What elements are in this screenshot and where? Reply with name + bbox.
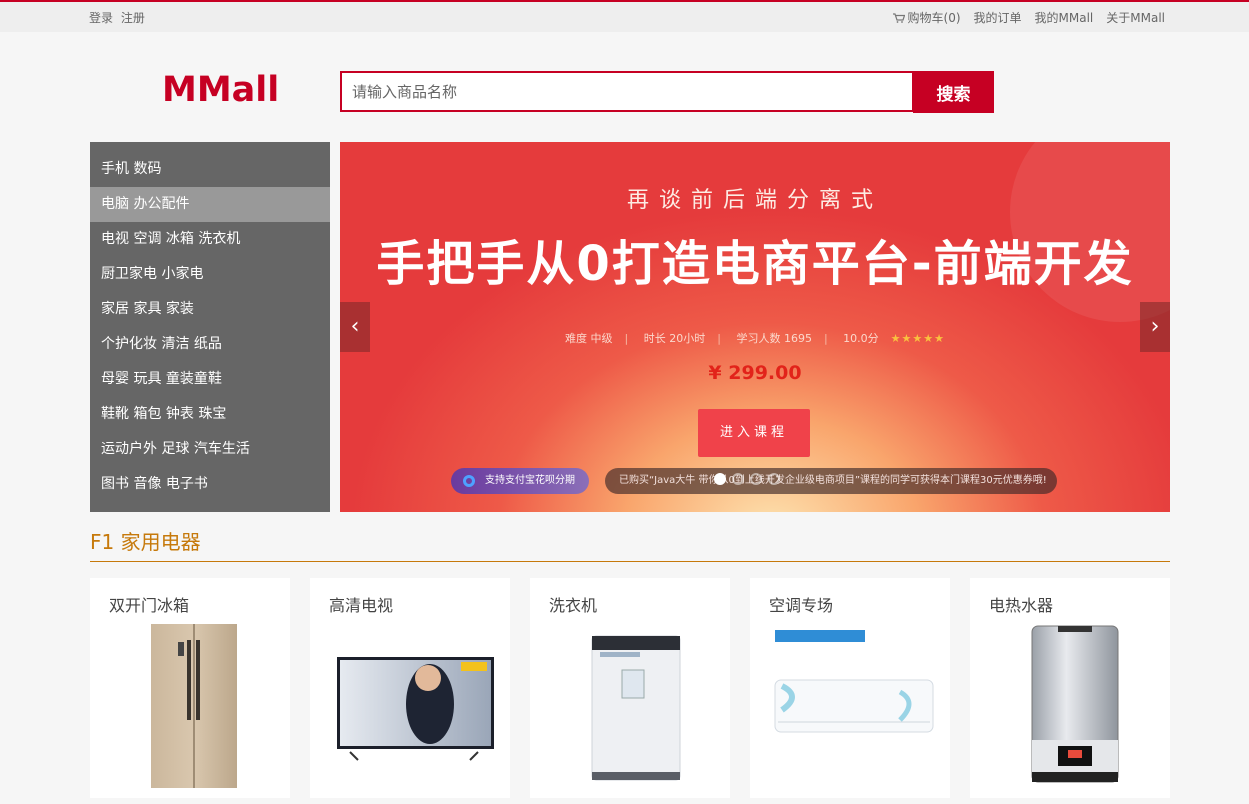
- product-card[interactable]: 空调专场: [750, 578, 950, 798]
- alipay-badge: 支持支付宝花呗分期: [451, 468, 589, 494]
- category-nav: 手机 数码 电脑 办公配件 电视 空调 冰箱 洗衣机 厨卫家电 小家电 家居 家…: [90, 142, 330, 512]
- category-item[interactable]: 家居 家具 家装: [90, 292, 330, 327]
- carousel-dot[interactable]: [732, 473, 744, 485]
- carousel-dots: [714, 473, 780, 485]
- alipay-text: 支持支付宝花呗分期: [485, 475, 575, 486]
- water-heater-image: [1031, 625, 1119, 783]
- product-card[interactable]: 洗衣机: [530, 578, 730, 798]
- banner-title: 手把手从0打造电商平台-前端开发: [376, 236, 1134, 292]
- chevron-left-icon[interactable]: ‹: [340, 302, 370, 352]
- banner-carousel[interactable]: 再谈前后端分离式 手把手从0打造电商平台-前端开发 难度 中级 | 时长 20小时…: [340, 142, 1170, 512]
- course-learners: 学习人数 1695: [736, 332, 812, 345]
- course-price: ¥ 299.00: [708, 362, 802, 384]
- category-item[interactable]: 母婴 玩具 童装童鞋: [90, 362, 330, 397]
- meta-divider: |: [823, 332, 828, 345]
- rating-stars-icon: ★★★★★: [890, 332, 945, 345]
- huabei-icon: [463, 475, 475, 487]
- cart-icon: [892, 12, 905, 23]
- carousel-dot[interactable]: [750, 473, 762, 485]
- category-item[interactable]: 电视 空调 冰箱 洗衣机: [90, 222, 330, 257]
- category-item[interactable]: 电脑 办公配件: [90, 187, 330, 222]
- user-links: 购物车(0) 我的订单 我的MMall 关于MMall: [892, 9, 1165, 26]
- product-name: 电热水器: [989, 596, 1054, 615]
- orders-link[interactable]: 我的订单: [974, 9, 1022, 26]
- search-button[interactable]: 搜索: [913, 71, 994, 113]
- product-card[interactable]: 电热水器: [970, 578, 1170, 798]
- carousel-dot[interactable]: [768, 473, 780, 485]
- category-item[interactable]: 运动户外 足球 汽车生活: [90, 432, 330, 467]
- product-card[interactable]: 高清电视: [310, 578, 510, 798]
- course-difficulty: 难度 中级: [565, 332, 613, 345]
- air-conditioner-image: [774, 630, 934, 733]
- meta-divider: |: [717, 332, 721, 345]
- login-link[interactable]: 登录: [89, 11, 113, 25]
- enter-course-button[interactable]: 进入课程: [698, 409, 810, 457]
- tv-image: [337, 657, 494, 761]
- category-item[interactable]: 厨卫家电 小家电: [90, 257, 330, 292]
- chevron-right-icon[interactable]: ›: [1140, 302, 1170, 352]
- cart-link[interactable]: 购物车(0): [892, 9, 961, 26]
- course-meta: 难度 中级 | 时长 20小时 | 学习人数 1695 | 10.0分 ★★★★★: [340, 330, 1170, 346]
- floor-title: F1 家用电器: [90, 530, 201, 554]
- my-mall-link[interactable]: 我的MMall: [1035, 9, 1094, 26]
- washer-image: [591, 635, 681, 781]
- meta-divider: |: [624, 332, 629, 345]
- floor-divider: [90, 561, 1170, 562]
- product-name: 洗衣机: [549, 596, 598, 615]
- product-name: 空调专场: [769, 596, 834, 615]
- product-name: 高清电视: [329, 596, 394, 615]
- product-name: 双开门冰箱: [109, 596, 190, 615]
- product-card[interactable]: 双开门冰箱: [90, 578, 290, 798]
- auth-links: 登录 注册: [89, 9, 149, 26]
- cart-label: 购物车(0): [907, 11, 961, 25]
- fridge-image: [151, 624, 237, 788]
- category-item[interactable]: 图书 音像 电子书: [90, 467, 330, 502]
- about-link[interactable]: 关于MMall: [1106, 9, 1165, 26]
- top-bar: 登录 注册 购物车(0) 我的订单 我的MMall 关于MMall: [0, 0, 1249, 32]
- search-input[interactable]: [340, 71, 914, 112]
- carousel-dot[interactable]: [714, 473, 726, 485]
- category-item[interactable]: 鞋靴 箱包 钟表 珠宝: [90, 397, 330, 432]
- category-item[interactable]: 个护化妆 清洁 纸品: [90, 327, 330, 362]
- banner-subtitle: 再谈前后端分离式: [626, 188, 883, 213]
- purchase-notice: 已购买“Java大牛 带你从0到上线开发企业级电商项目”课程的同学可获得本门课程…: [605, 468, 1057, 494]
- category-item[interactable]: 手机 数码: [90, 152, 330, 187]
- course-score: 10.0分: [843, 332, 879, 345]
- register-link[interactable]: 注册: [121, 11, 145, 25]
- course-duration: 时长 20小时: [643, 332, 706, 345]
- site-logo[interactable]: MMall: [162, 70, 279, 110]
